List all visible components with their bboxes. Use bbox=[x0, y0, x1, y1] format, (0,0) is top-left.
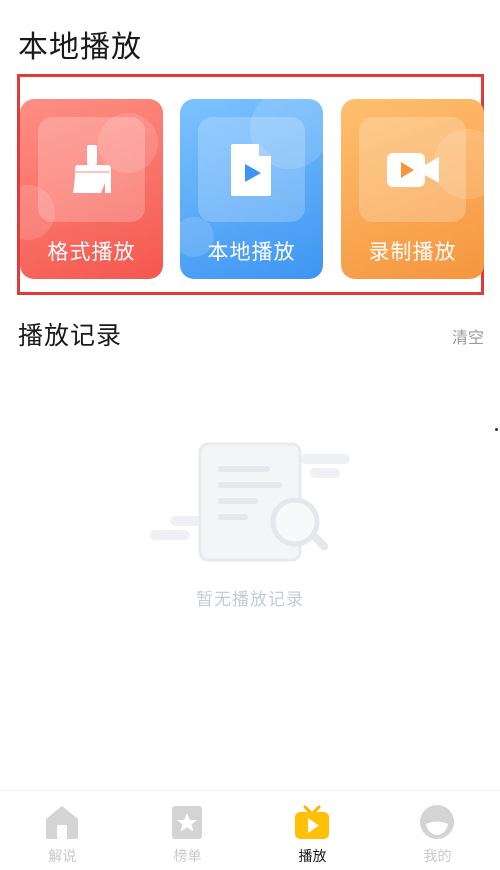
empty-document-search-icon bbox=[150, 440, 355, 565]
icon-tile bbox=[359, 117, 466, 222]
tab-commentary[interactable]: 解说 bbox=[0, 791, 125, 870]
card-label: 本地播放 bbox=[207, 240, 296, 264]
star-list-icon bbox=[172, 806, 202, 839]
empty-state-text: 暂无播放记录 bbox=[196, 590, 304, 610]
format-play-card[interactable]: 格式播放 bbox=[20, 99, 163, 279]
profile-icon bbox=[420, 805, 454, 839]
record-play-card[interactable]: 录制播放 bbox=[341, 99, 484, 279]
tab-label: 我的 bbox=[423, 849, 452, 865]
tab-label: 播放 bbox=[298, 849, 327, 865]
tab-label: 解说 bbox=[48, 849, 77, 865]
card-label: 录制播放 bbox=[368, 240, 457, 264]
broom-icon bbox=[72, 144, 111, 193]
tab-play[interactable]: 播放 bbox=[250, 791, 375, 870]
card-label: 格式播放 bbox=[47, 240, 136, 264]
tab-label: 榜单 bbox=[173, 849, 202, 865]
history-title: 播放记录 bbox=[18, 321, 123, 350]
bottom-tab-bar: 解说 榜单 播放 我的 bbox=[0, 790, 500, 870]
local-play-card[interactable]: 本地播放 bbox=[180, 99, 323, 279]
local-play-page: 本地播放 格式播放 本地播放 录制播放 播放记录 清空 暂无播放记录 解说 榜单… bbox=[0, 0, 500, 870]
edge-dot bbox=[495, 428, 498, 431]
home-icon bbox=[46, 806, 78, 839]
tv-play-icon bbox=[295, 805, 329, 839]
video-camera-icon bbox=[386, 152, 439, 187]
tab-mine[interactable]: 我的 bbox=[375, 791, 500, 870]
icon-tile bbox=[38, 117, 145, 222]
video-file-icon bbox=[230, 143, 271, 196]
page-title: 本地播放 bbox=[18, 30, 142, 65]
icon-tile bbox=[198, 117, 305, 222]
clear-history-button[interactable]: 清空 bbox=[452, 324, 484, 348]
tab-rankings[interactable]: 榜单 bbox=[125, 791, 250, 870]
